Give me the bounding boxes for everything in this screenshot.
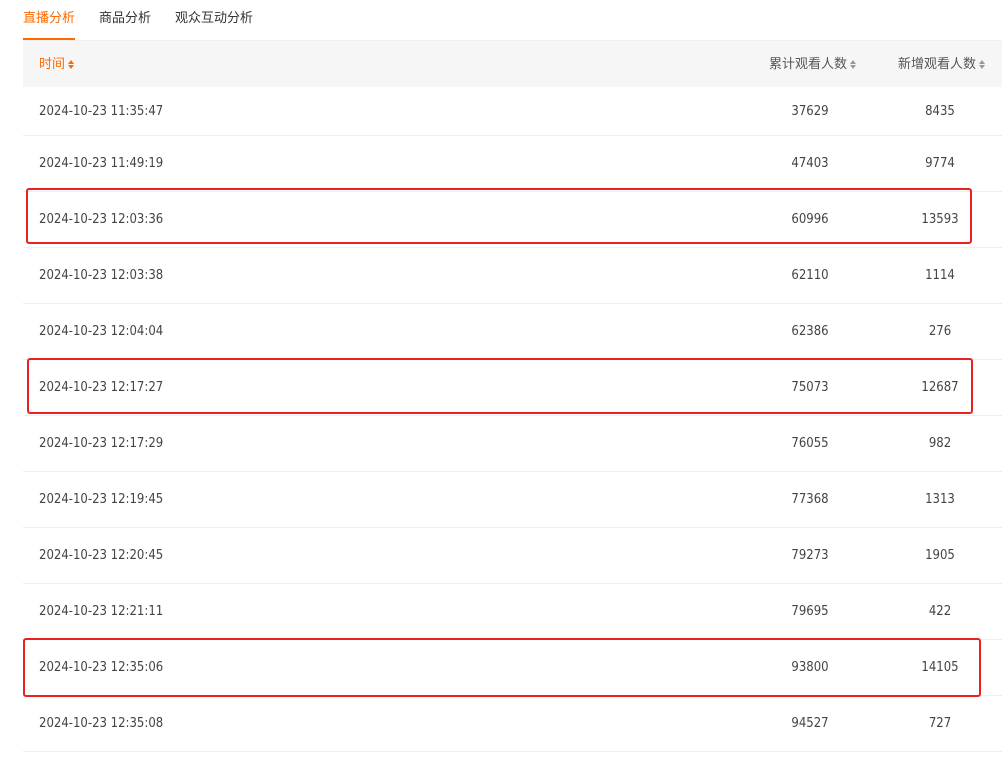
column-header-new-label: 新增观看人数 <box>897 56 976 71</box>
tab-product-analysis[interactable]: 商品分析 <box>99 0 151 40</box>
table-body: 2024-10-23 11:35:47 37629 8435 2024-10-2… <box>23 87 1002 752</box>
sort-icon[interactable] <box>979 58 986 70</box>
analysis-tabs: 直播分析 商品分析 观众互动分析 <box>23 0 253 40</box>
time-cell: 2024-10-23 12:19:45 <box>39 492 164 507</box>
table-row: 2024-10-23 12:35:08 94527 727 <box>23 696 1002 752</box>
new-viewers-cell: 13593 <box>921 212 959 227</box>
table-row: 2024-10-23 12:35:06 93800 14105 <box>23 640 1002 696</box>
new-viewers-cell: 276 <box>928 324 952 339</box>
time-cell: 2024-10-23 12:03:36 <box>39 212 164 227</box>
table-row: 2024-10-23 12:21:11 79695 422 <box>23 584 1002 640</box>
new-viewers-cell: 14105 <box>921 660 959 675</box>
sort-icon[interactable] <box>850 58 857 70</box>
new-viewers-cell: 422 <box>928 604 952 619</box>
time-cell: 2024-10-23 12:17:27 <box>39 380 164 395</box>
new-viewers-cell: 1313 <box>925 492 955 507</box>
new-viewers-cell: 1905 <box>925 548 955 563</box>
total-viewers-cell: 75073 <box>791 380 829 395</box>
table-row: 2024-10-23 12:17:27 75073 12687 <box>23 360 1002 416</box>
column-header-total-viewers[interactable]: 累计观看人数 <box>769 41 857 87</box>
table-row: 2024-10-23 12:04:04 62386 276 <box>23 304 1002 360</box>
total-viewers-cell: 79273 <box>791 548 829 563</box>
total-viewers-cell: 62386 <box>791 324 829 339</box>
time-cell: 2024-10-23 12:17:29 <box>39 436 164 451</box>
total-viewers-cell: 37629 <box>791 103 829 119</box>
new-viewers-cell: 8435 <box>925 103 955 119</box>
table-row: 2024-10-23 12:03:38 62110 1114 <box>23 248 1002 304</box>
new-viewers-cell: 982 <box>928 436 952 451</box>
time-cell: 2024-10-23 12:04:04 <box>39 324 164 339</box>
column-header-total-label: 累计观看人数 <box>768 56 847 71</box>
tab-audience-interaction[interactable]: 观众互动分析 <box>175 0 253 40</box>
total-viewers-cell: 93800 <box>791 660 829 675</box>
total-viewers-cell: 79695 <box>791 604 829 619</box>
column-header-new-viewers[interactable]: 新增观看人数 <box>898 41 986 87</box>
time-cell: 2024-10-23 12:35:08 <box>39 716 164 731</box>
table-row: 2024-10-23 12:20:45 79273 1905 <box>23 528 1002 584</box>
total-viewers-cell: 60996 <box>791 212 829 227</box>
total-viewers-cell: 94527 <box>791 716 829 731</box>
time-cell: 2024-10-23 11:35:47 <box>39 103 164 119</box>
column-header-time-label: 时间 <box>39 56 66 71</box>
new-viewers-cell: 9774 <box>925 156 955 171</box>
total-viewers-cell: 47403 <box>791 156 829 171</box>
table-header: 时间 累计观看人数 新增观看人数 <box>23 41 1002 87</box>
tab-live-analysis[interactable]: 直播分析 <box>23 0 76 40</box>
time-cell: 2024-10-23 12:20:45 <box>39 548 164 563</box>
viewers-table: 时间 累计观看人数 新增观看人数 2024-10-23 11:35:47 376… <box>23 41 1002 752</box>
new-viewers-cell: 1114 <box>925 268 955 283</box>
time-cell: 2024-10-23 12:35:06 <box>39 660 164 675</box>
time-cell: 2024-10-23 12:21:11 <box>39 604 164 619</box>
new-viewers-cell: 727 <box>928 716 952 731</box>
table-row: 2024-10-23 12:17:29 76055 982 <box>23 416 1002 472</box>
new-viewers-cell: 12687 <box>921 380 959 395</box>
table-row: 2024-10-23 11:49:19 47403 9774 <box>23 136 1002 192</box>
time-cell: 2024-10-23 11:49:19 <box>39 156 164 171</box>
time-cell: 2024-10-23 12:03:38 <box>39 268 164 283</box>
table-row: 2024-10-23 11:35:47 37629 8435 <box>23 87 1002 136</box>
table-row: 2024-10-23 12:03:36 60996 13593 <box>23 192 1002 248</box>
total-viewers-cell: 77368 <box>791 492 829 507</box>
column-header-time[interactable]: 时间 <box>39 41 75 87</box>
sort-icon[interactable] <box>68 58 75 70</box>
total-viewers-cell: 62110 <box>791 268 829 283</box>
total-viewers-cell: 76055 <box>791 436 829 451</box>
table-row: 2024-10-23 12:19:45 77368 1313 <box>23 472 1002 528</box>
